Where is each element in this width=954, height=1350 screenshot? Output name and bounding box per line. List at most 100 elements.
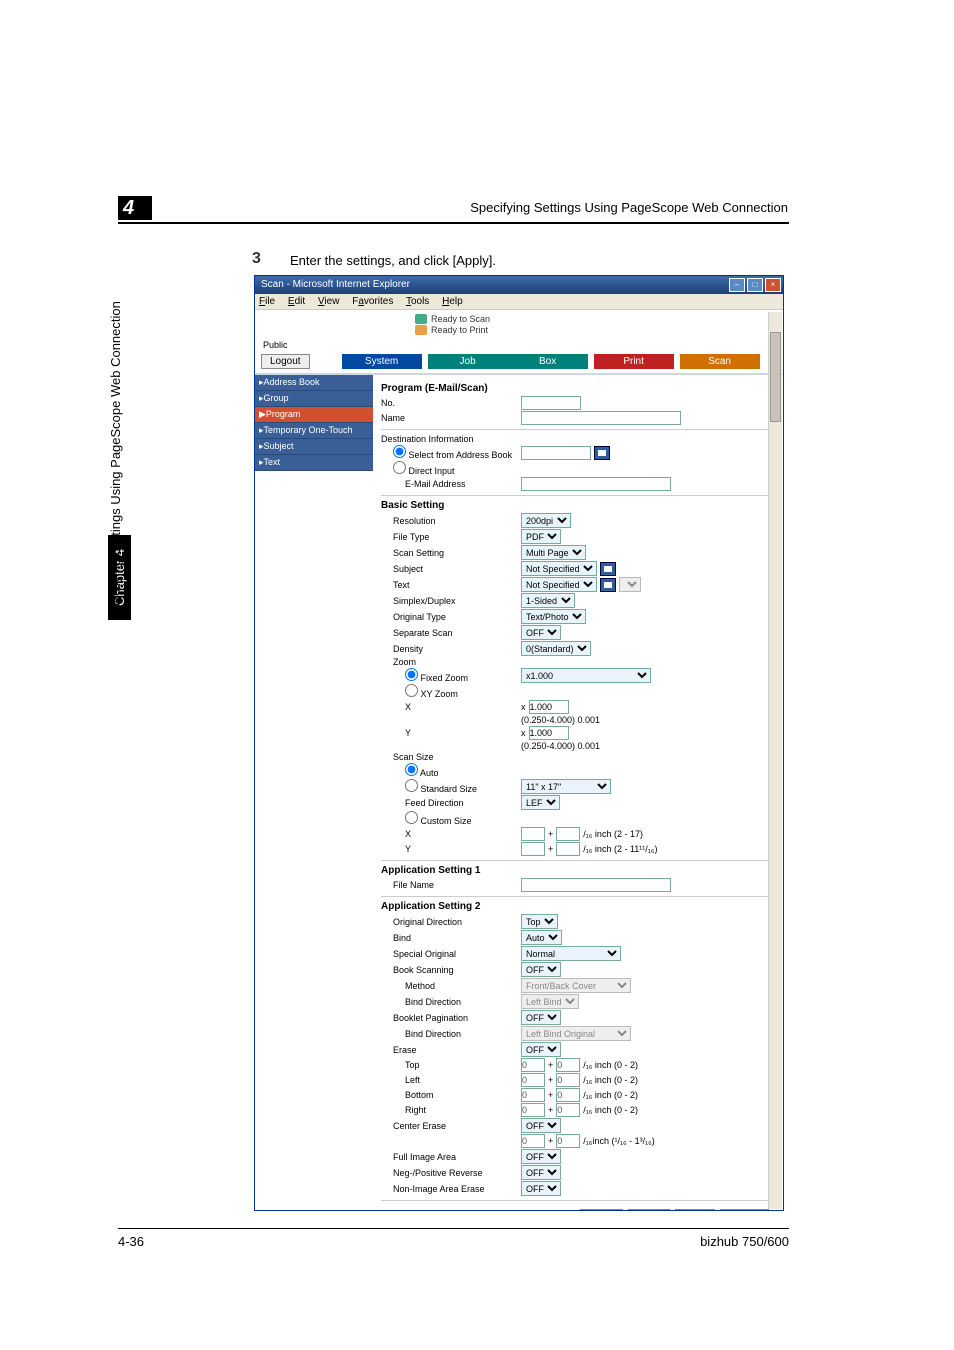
unit-left: /₁₆ inch (0 - 2) (583, 1075, 638, 1085)
opt-select-ab[interactable]: Select from Address Book (381, 445, 521, 460)
field-center-a (521, 1134, 545, 1148)
lbl-fullimg: Full Image Area (381, 1152, 521, 1162)
opt-custom[interactable]: Custom Size (381, 811, 521, 826)
menu-help[interactable]: Help (442, 296, 463, 307)
maximize-button[interactable]: □ (747, 278, 763, 292)
sel-scansetting[interactable]: Multi Page (521, 545, 586, 560)
step-number: 3 (252, 250, 261, 268)
opt-direct[interactable]: Direct Input (381, 461, 521, 476)
sel-fullimg[interactable]: OFF (521, 1149, 561, 1164)
scrollbar[interactable] (768, 312, 782, 1209)
opt-xy-zoom[interactable]: XY Zoom (381, 684, 521, 699)
field-zoom-x[interactable] (529, 700, 569, 714)
nav-group[interactable]: ▸Group (255, 391, 373, 407)
lbl-erase-left: Left (381, 1075, 521, 1085)
field-filename[interactable] (521, 878, 671, 892)
sel-booklet[interactable]: OFF (521, 1010, 561, 1025)
left-nav: ▸Address Book ▸Group ▶Program ▸Temporary… (255, 375, 373, 1210)
opt-fixed-zoom[interactable]: Fixed Zoom (381, 668, 521, 683)
tab-system[interactable]: System (342, 354, 422, 369)
menu-favorites[interactable]: Favorites (352, 296, 393, 307)
address-book-icon[interactable] (594, 446, 610, 460)
field-cx-a[interactable] (521, 827, 545, 841)
dest-title: Destination Information (381, 434, 521, 444)
field-cx-b[interactable] (556, 827, 580, 841)
status-print: Ready to Print (431, 325, 488, 335)
clear-button[interactable]: Clear (628, 1209, 670, 1210)
opt-auto[interactable]: Auto (381, 763, 521, 778)
sel-simplex[interactable]: 1-Sided (521, 593, 575, 608)
menu-file[interactable]: File (259, 296, 275, 307)
lbl-bookbind: Bind Direction (381, 997, 521, 1007)
header-rule (118, 222, 789, 224)
sel-filetype[interactable]: PDF (521, 529, 561, 544)
minimize-button[interactable]: – (729, 278, 745, 292)
window-title-bar: Scan - Microsoft Internet Explorer – □ × (255, 276, 783, 294)
sel-text[interactable]: Not Specified (521, 577, 597, 592)
sel-resolution[interactable]: 200dpi (521, 513, 571, 528)
settings-panel: Program (E-Mail/Scan) No. Name Destinati… (373, 375, 783, 1210)
app2-title: Application Setting 2 (381, 901, 775, 912)
nav-subject[interactable]: ▸Subject (255, 439, 373, 455)
lbl-separate: Separate Scan (381, 628, 521, 638)
lbl-erase-bottom: Bottom (381, 1090, 521, 1100)
opt-standard[interactable]: Standard Size (381, 779, 521, 794)
text-icon[interactable] (600, 578, 616, 592)
sel-special[interactable]: Normal (521, 946, 621, 961)
field-name[interactable] (521, 411, 681, 425)
sel-separate[interactable]: OFF (521, 625, 561, 640)
lbl-filetype: File Type (381, 532, 521, 542)
subject-icon[interactable] (600, 562, 616, 576)
lbl-resolution: Resolution (381, 516, 521, 526)
lbl-zoom-x: X (381, 702, 521, 712)
sel-fixed-zoom[interactable]: x1.000 (521, 668, 651, 683)
menu-tools[interactable]: Tools (406, 296, 429, 307)
tab-scan[interactable]: Scan (680, 354, 760, 369)
lbl-feed: Feed Direction (381, 798, 521, 808)
sel-center[interactable]: OFF (521, 1118, 561, 1133)
sel-origdir[interactable]: Top (521, 914, 558, 929)
tab-job[interactable]: Job (428, 354, 508, 369)
field-cy-a[interactable] (521, 842, 545, 856)
field-zoom-y[interactable] (529, 726, 569, 740)
field-no[interactable] (521, 396, 581, 410)
field-cy-b[interactable] (556, 842, 580, 856)
auth-label: Public (255, 338, 783, 352)
sel-standard[interactable]: 11" x 17" (521, 779, 611, 794)
back-button[interactable]: Back (675, 1209, 715, 1210)
logout-button[interactable]: Logout (261, 354, 310, 369)
tab-box[interactable]: Box (508, 354, 588, 369)
unit-center: /₁₆inch (¹/₁₆ - 1³/₁₆) (583, 1136, 655, 1146)
sel-book[interactable]: OFF (521, 962, 561, 977)
sel-bind[interactable]: Auto (521, 930, 562, 945)
unit-cx: /₁₆ inch (2 - 17) (583, 829, 643, 839)
footer-page-number: 4-36 (118, 1234, 144, 1249)
app1-title: Application Setting 1 (381, 865, 775, 876)
sel-neg[interactable]: OFF (521, 1165, 561, 1180)
close-button[interactable]: × (765, 278, 781, 292)
cancel-button[interactable]: Cancel (720, 1209, 769, 1210)
scroll-thumb[interactable] (770, 332, 781, 422)
sel-erase[interactable]: OFF (521, 1042, 561, 1057)
lbl-custom-x: X (381, 829, 521, 839)
menu-view[interactable]: View (318, 296, 340, 307)
sel-feed[interactable]: LEF (521, 795, 560, 810)
hint-zoom-x: (0.250-4.000) 0.001 (521, 715, 600, 725)
lbl-zoom-y: Y (381, 728, 521, 738)
lbl-bookletbind: Bind Direction (381, 1029, 521, 1039)
field-email[interactable] (521, 477, 671, 491)
nav-text[interactable]: ▸Text (255, 455, 373, 471)
nav-address-book[interactable]: ▸Address Book (255, 375, 373, 391)
sel-density[interactable]: 0(Standard) (521, 641, 591, 656)
nav-temporary[interactable]: ▸Temporary One-Touch (255, 423, 373, 439)
field-ab-key[interactable] (521, 446, 591, 460)
tab-print[interactable]: Print (594, 354, 674, 369)
menu-edit[interactable]: Edit (288, 296, 305, 307)
sel-original[interactable]: Text/Photo (521, 609, 586, 624)
sel-nonimg[interactable]: OFF (521, 1181, 561, 1196)
lbl-filename: File Name (381, 880, 521, 890)
nav-program[interactable]: ▶Program (255, 407, 373, 423)
top-bar: Logout System Job Box Print Scan (255, 352, 783, 373)
apply-button[interactable]: Apply (580, 1209, 623, 1210)
sel-subject[interactable]: Not Specified (521, 561, 597, 576)
